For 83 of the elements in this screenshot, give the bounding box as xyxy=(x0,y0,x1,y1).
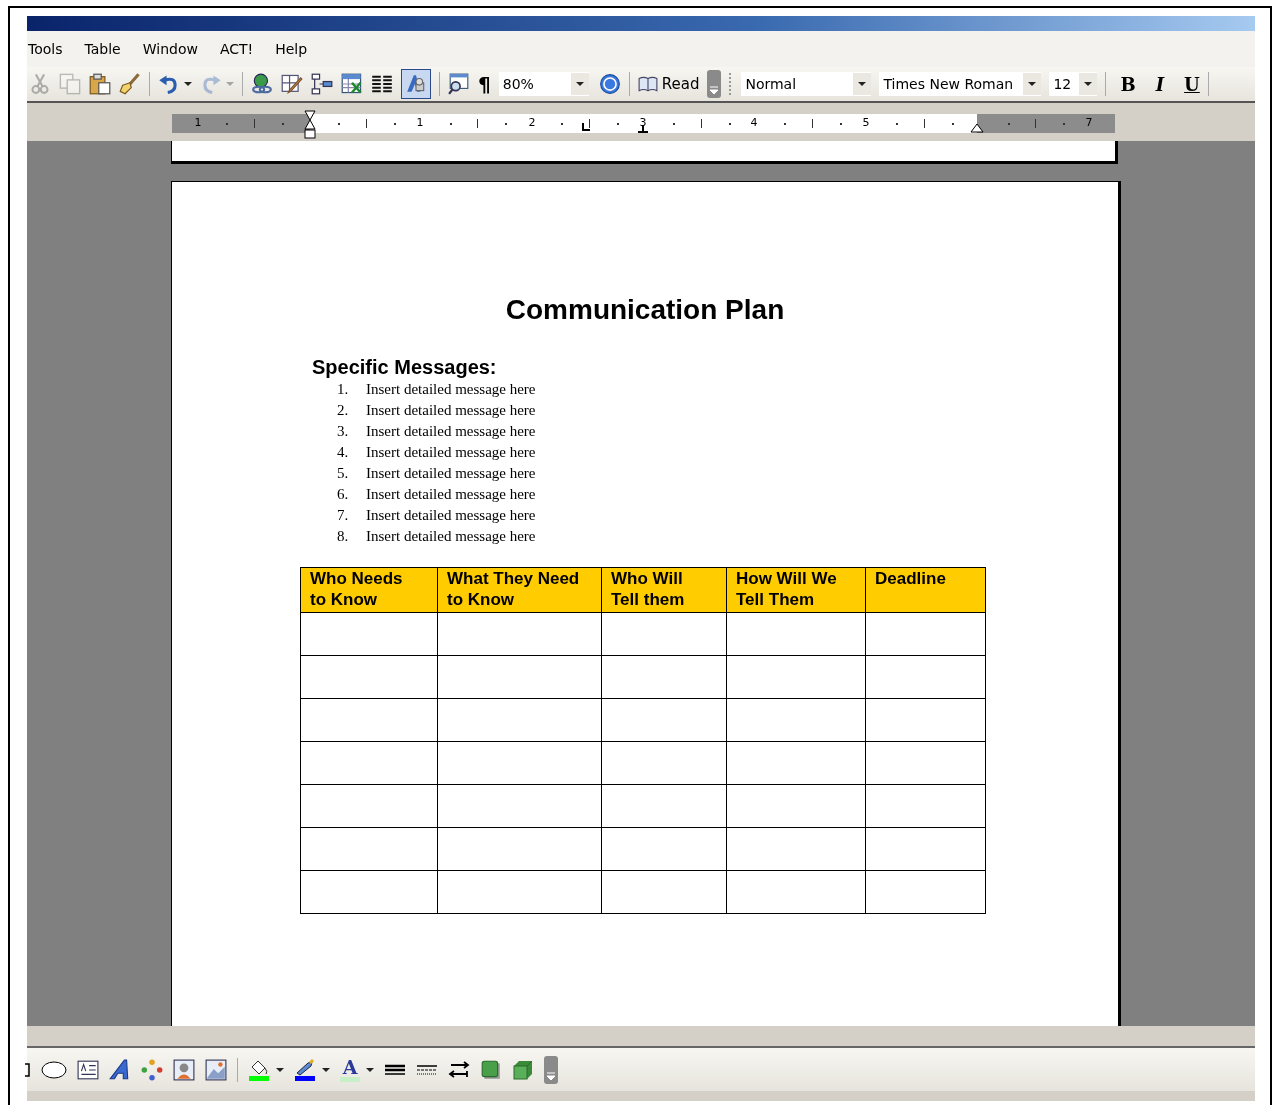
dropdown-arrow-icon xyxy=(575,82,584,86)
columns-icon[interactable] xyxy=(371,73,393,95)
paintbrush-icon[interactable] xyxy=(119,73,141,95)
dropdown-arrow-icon xyxy=(858,82,867,86)
list-item-text: Insert detailed message here xyxy=(366,402,536,420)
dropdown-arrow-icon[interactable] xyxy=(366,1067,374,1072)
arrow-style-icon[interactable] xyxy=(448,1058,470,1081)
list-number: 3. xyxy=(337,423,350,441)
toolbar-overflow-icon[interactable] xyxy=(707,70,722,98)
read-button[interactable]: Read xyxy=(637,75,700,93)
italic-button[interactable]: I xyxy=(1155,73,1165,95)
menu-item[interactable]: Table xyxy=(84,41,121,57)
document-map-icon[interactable] xyxy=(448,73,470,95)
list-number: 1. xyxy=(337,381,350,399)
list-item-text: Insert detailed message here xyxy=(366,507,536,525)
dropdown-arrow-icon[interactable] xyxy=(276,1067,284,1072)
undo-icon[interactable] xyxy=(158,73,180,95)
text-box-icon[interactable] xyxy=(77,1058,99,1081)
menu-item[interactable]: ACT! xyxy=(219,41,254,57)
diagram-icon[interactable] xyxy=(141,1058,163,1081)
dropdown-arrow-icon xyxy=(1084,82,1093,86)
horizontal-scrollbar[interactable] xyxy=(27,1026,1255,1048)
help-icon[interactable] xyxy=(598,73,621,95)
menu-item[interactable]: Window xyxy=(142,41,198,57)
spreadsheet-icon[interactable] xyxy=(341,73,363,95)
drawing-toggle-button[interactable] xyxy=(401,69,431,99)
shapes-icon xyxy=(405,73,427,95)
dropdown-arrow-icon xyxy=(1028,82,1037,86)
list-number: 5. xyxy=(337,465,350,483)
tab-stop-icon[interactable] xyxy=(638,125,648,133)
list-number: 8. xyxy=(337,528,350,546)
column-header: What They Need to Know xyxy=(437,567,602,613)
list-item-text: Insert detailed message here xyxy=(366,528,536,546)
underline-button[interactable]: U xyxy=(1184,73,1200,95)
style-dropdown[interactable]: Normal xyxy=(741,72,872,96)
list-number: 7. xyxy=(337,507,350,525)
bold-button[interactable]: B xyxy=(1120,73,1136,95)
picture-icon[interactable] xyxy=(205,1058,227,1081)
fill-color-icon[interactable] xyxy=(248,1058,270,1081)
toolbar-overflow-icon[interactable] xyxy=(544,1055,558,1084)
ruler-number: 2 xyxy=(528,115,536,131)
indent-marker-icon[interactable] xyxy=(304,110,316,140)
column-header: Who Will Tell them xyxy=(601,567,727,613)
font-color-button[interactable]: A xyxy=(340,1057,360,1082)
show-formatting-button[interactable]: ¶ xyxy=(478,72,491,96)
document-title: Communication Plan xyxy=(504,294,786,326)
clipboard-icon[interactable] xyxy=(89,73,111,95)
list-number: 6. xyxy=(337,486,350,504)
globe-link-icon[interactable] xyxy=(251,73,273,95)
column-header: How Will We Tell Them xyxy=(726,567,866,613)
list-item-text: Insert detailed message here xyxy=(366,444,536,462)
column-header: Who Needs to Know xyxy=(300,567,438,613)
line-color-icon[interactable] xyxy=(294,1058,316,1081)
zoom-dropdown[interactable]: 80% xyxy=(498,72,589,96)
menu-item[interactable]: Tools xyxy=(28,41,63,57)
ruler-number: 7 xyxy=(1085,115,1093,131)
cube-icon[interactable] xyxy=(512,1058,534,1081)
list-item-text: Insert detailed message here xyxy=(366,465,536,483)
ruler-number: 1 xyxy=(194,115,202,131)
table-pencil-icon[interactable] xyxy=(281,73,303,95)
list-number: 2. xyxy=(337,402,350,420)
shadow-icon[interactable] xyxy=(480,1058,502,1081)
wordart-icon[interactable] xyxy=(109,1058,131,1081)
list-number: 4. xyxy=(337,444,350,462)
ruler-number: 5 xyxy=(862,115,870,131)
tab-stop-icon[interactable] xyxy=(582,123,590,131)
font-size-dropdown[interactable]: 12 xyxy=(1049,72,1098,96)
ruler-number: 4 xyxy=(750,115,758,131)
menu-item[interactable]: Help xyxy=(275,41,308,57)
book-icon xyxy=(637,76,658,92)
dropdown-arrow-icon[interactable] xyxy=(322,1067,330,1072)
section-heading: Specific Messages: xyxy=(312,356,498,379)
font-dropdown[interactable]: Times New Roman xyxy=(879,72,1042,96)
column-header: Deadline xyxy=(865,567,986,613)
clip-art-icon[interactable] xyxy=(173,1058,195,1081)
table-rows-icon[interactable] xyxy=(311,73,333,95)
oval-icon[interactable] xyxy=(41,1058,67,1081)
dropdown-arrow-icon[interactable] xyxy=(184,82,192,86)
list-item-text: Insert detailed message here xyxy=(366,381,536,399)
list-item-text: Insert detailed message here xyxy=(366,486,536,504)
ruler-number: 1 xyxy=(416,115,424,131)
list-item-text: Insert detailed message here xyxy=(366,423,536,441)
right-indent-marker-icon[interactable] xyxy=(970,123,984,133)
